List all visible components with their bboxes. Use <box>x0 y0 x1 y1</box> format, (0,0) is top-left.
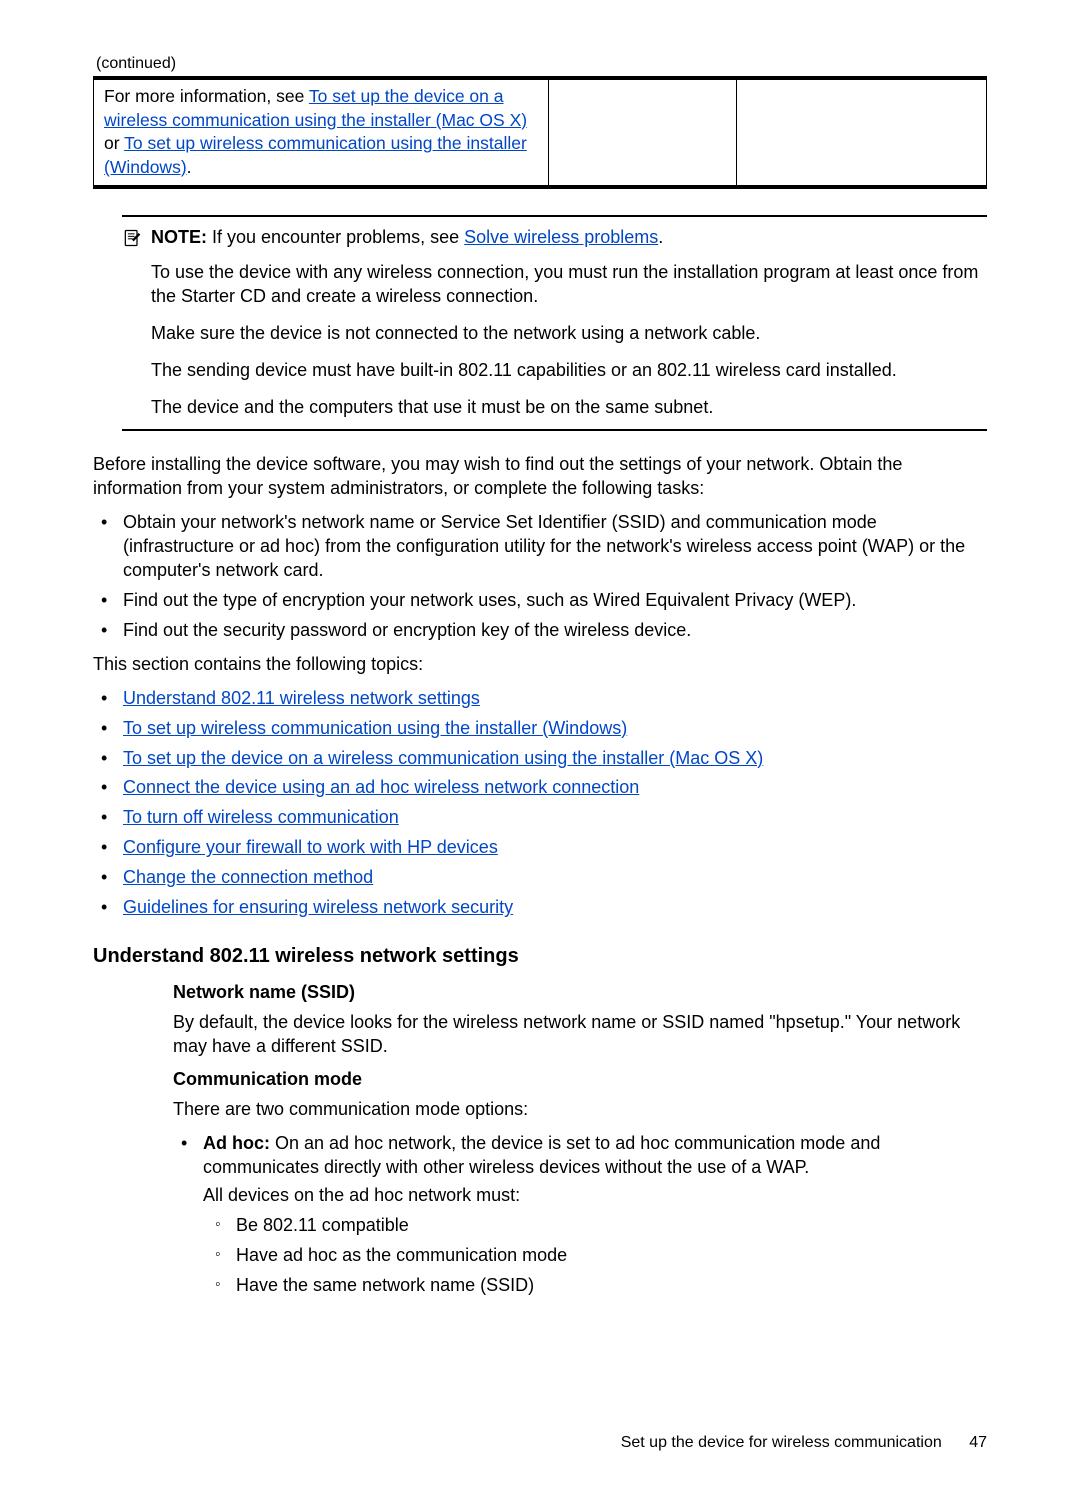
task-item: Find out the security password or encryp… <box>93 619 987 643</box>
adhoc-sublist: Be 802.11 compatible Have ad hoc as the … <box>203 1214 987 1298</box>
before-para: Before installing the device software, y… <box>93 453 987 501</box>
note-p4: The device and the computers that use it… <box>151 396 987 420</box>
adhoc-sub-item: Have ad hoc as the communication mode <box>203 1244 987 1268</box>
comm-item-adhoc: Ad hoc: On an ad hoc network, the device… <box>173 1132 987 1298</box>
info-suffix: . <box>187 157 192 177</box>
task-item: Obtain your network's network name or Se… <box>93 511 987 583</box>
link-topic-4[interactable]: To turn off wireless communication <box>123 807 399 827</box>
note-p3: The sending device must have built-in 80… <box>151 359 987 383</box>
comm-list: Ad hoc: On an ad hoc network, the device… <box>173 1132 987 1298</box>
topic-item: Understand 802.11 wireless network setti… <box>93 687 987 711</box>
adhoc-sub-item: Have the same network name (SSID) <box>203 1274 987 1298</box>
heading-ssid: Network name (SSID) <box>173 982 987 1003</box>
link-topic-3[interactable]: Connect the device using an ad hoc wirel… <box>123 777 639 797</box>
note-lead: NOTE: If you encounter problems, see Sol… <box>151 226 987 250</box>
ssid-para: By default, the device looks for the wir… <box>173 1011 987 1059</box>
note-rule-top <box>122 215 987 217</box>
topic-item: To set up the device on a wireless commu… <box>93 747 987 771</box>
info-cell-3 <box>736 80 986 186</box>
tasks-list: Obtain your network's network name or Se… <box>93 511 987 643</box>
section-intro: This section contains the following topi… <box>93 653 987 677</box>
note-p2: Make sure the device is not connected to… <box>151 322 987 346</box>
heading-understand-80211: Understand 802.11 wireless network setti… <box>93 945 987 968</box>
topic-item: To set up wireless communication using t… <box>93 717 987 741</box>
page-footer: Set up the device for wireless communica… <box>621 1434 987 1452</box>
info-mid: or <box>104 133 124 153</box>
info-cell-1: For more information, see To set up the … <box>94 80 549 186</box>
footer-title: Set up the device for wireless communica… <box>621 1434 942 1451</box>
link-topic-2[interactable]: To set up the device on a wireless commu… <box>123 748 763 768</box>
adhoc-label: Ad hoc: <box>203 1133 270 1153</box>
info-cell-2 <box>549 80 737 186</box>
comm-para: There are two communication mode options… <box>173 1098 987 1122</box>
info-prefix: For more information, see <box>104 86 309 106</box>
topic-item: To turn off wireless communication <box>93 806 987 830</box>
heading-comm-mode: Communication mode <box>173 1069 987 1090</box>
link-solve-wireless[interactable]: Solve wireless problems <box>464 227 658 247</box>
continued-label: (continued) <box>93 55 987 73</box>
topic-item: Guidelines for ensuring wireless network… <box>93 896 987 920</box>
adhoc-text: On an ad hoc network, the device is set … <box>203 1133 880 1177</box>
topic-links-list: Understand 802.11 wireless network setti… <box>93 687 987 921</box>
note-lead-text: If you encounter problems, see <box>207 227 464 247</box>
footer-page-number: 47 <box>969 1434 987 1452</box>
note-p1: To use the device with any wireless conn… <box>151 261 987 309</box>
link-topic-6[interactable]: Change the connection method <box>123 867 373 887</box>
note-icon <box>122 228 142 248</box>
bottom-rule <box>93 186 987 189</box>
link-topic-0[interactable]: Understand 802.11 wireless network setti… <box>123 688 480 708</box>
link-topic-1[interactable]: To set up wireless communication using t… <box>123 718 627 738</box>
info-table: For more information, see To set up the … <box>93 79 987 186</box>
note-label: NOTE: <box>151 227 207 247</box>
link-topic-5[interactable]: Configure your firewall to work with HP … <box>123 837 498 857</box>
link-setup-windows[interactable]: To set up wireless communication using t… <box>104 133 527 177</box>
link-topic-7[interactable]: Guidelines for ensuring wireless network… <box>123 897 513 917</box>
task-item: Find out the type of encryption your net… <box>93 589 987 613</box>
adhoc-sub-intro: All devices on the ad hoc network must: <box>203 1184 987 1208</box>
note-lead-suffix: . <box>658 227 663 247</box>
topic-item: Configure your firewall to work with HP … <box>93 836 987 860</box>
topic-item: Change the connection method <box>93 866 987 890</box>
note-rule-bottom <box>122 429 987 431</box>
adhoc-sub-item: Be 802.11 compatible <box>203 1214 987 1238</box>
note-block: NOTE: If you encounter problems, see Sol… <box>122 215 987 432</box>
topic-item: Connect the device using an ad hoc wirel… <box>93 776 987 800</box>
